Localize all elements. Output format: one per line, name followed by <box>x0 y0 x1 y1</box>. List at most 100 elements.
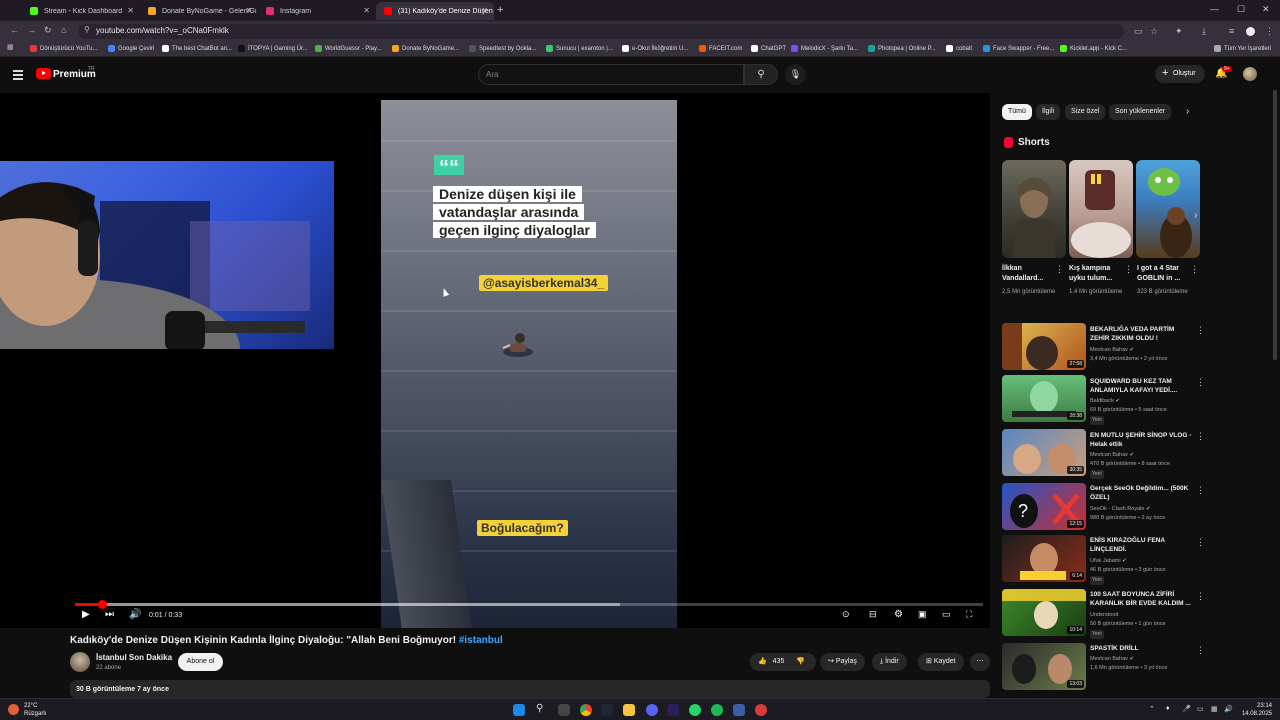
scrubber-handle[interactable] <box>98 600 108 609</box>
tray-app-icon[interactable]: ♦ <box>1166 705 1170 712</box>
back-icon[interactable]: ← <box>10 25 19 35</box>
whatsapp-icon[interactable] <box>689 704 701 716</box>
opera-gx-icon[interactable] <box>755 704 767 716</box>
rec-thumbnail[interactable]: 13:03 <box>1002 643 1086 690</box>
rec-channel[interactable]: Mevtcan Bahav ✔ <box>1090 346 1200 355</box>
url-text[interactable]: youtube.com/watch?v=_oCNa0Fmklk <box>96 26 229 35</box>
more-actions-button[interactable]: ⋯ <box>970 653 990 671</box>
short-thumbnail[interactable] <box>1069 160 1133 258</box>
autoplay-toggle-icon[interactable]: ⊙ <box>842 609 850 620</box>
rec-more-icon[interactable]: ⋮ <box>1196 591 1205 602</box>
rec-more-icon[interactable]: ⋮ <box>1196 537 1205 548</box>
bookmark-star-icon[interactable]: ☆ <box>1150 26 1158 37</box>
tray-overflow-icon[interactable]: ⌃ <box>1149 705 1155 713</box>
share-button[interactable]: ↪ Paylaş <box>820 653 865 671</box>
close-tab-icon[interactable]: ✕ <box>245 6 252 15</box>
tab-youtube-active[interactable]: (31) Kadıköy'de Denize Düşen ✕ <box>376 2 494 20</box>
short-title[interactable]: I got a 4 Star GOBLIN in ... <box>1137 264 1189 284</box>
app-icon[interactable] <box>733 704 745 716</box>
network-icon[interactable]: ▦ <box>1211 705 1218 713</box>
close-window-icon[interactable]: ✕ <box>1262 4 1270 15</box>
chips-next-chevron-icon[interactable]: › <box>1186 106 1189 117</box>
tab-donate-bynogame[interactable]: Donate ByNoGame - Gelen/Gi ✕ <box>140 2 258 20</box>
forward-icon[interactable]: → <box>27 25 36 35</box>
bookmark-item[interactable]: ChatGPT <box>751 45 786 52</box>
start-icon[interactable] <box>513 704 525 716</box>
rec-channel[interactable]: Understood <box>1090 611 1200 620</box>
hamburger-menu-icon[interactable] <box>13 70 23 82</box>
dislike-icon[interactable]: 👎 <box>796 658 805 665</box>
home-icon[interactable]: ⌂ <box>61 25 66 35</box>
chip-all[interactable]: Tümü <box>1002 104 1032 120</box>
rec-channel[interactable]: Mevtcan Bahav ✔ <box>1090 451 1200 460</box>
close-tab-icon[interactable]: ✕ <box>363 6 370 15</box>
short-title[interactable]: İlkkan Vandallard... <box>1002 264 1054 284</box>
rec-thumbnail[interactable]: 28:38 <box>1002 375 1086 422</box>
rec-more-icon[interactable]: ⋮ <box>1196 325 1205 336</box>
system-clock[interactable]: 23:14 14.08.2025 <box>1236 702 1272 718</box>
weather-icon[interactable] <box>8 704 19 715</box>
task-view-icon[interactable] <box>558 704 570 716</box>
tray-mic-icon[interactable]: 🎤 <box>1182 705 1191 713</box>
chrome-icon[interactable] <box>580 704 592 716</box>
bookmark-item[interactable]: cobalt <box>946 45 972 52</box>
rec-title[interactable]: ENİS KIRAZOĞLU FENA LİNÇLENDİ. <box>1090 536 1194 554</box>
extensions-icon[interactable]: ✦ <box>1175 26 1183 37</box>
media-icon[interactable]: ≡ <box>1229 26 1234 36</box>
rec-channel[interactable]: Baldiback ✔ <box>1090 397 1200 406</box>
progress-bar[interactable] <box>75 600 983 609</box>
bookmark-item[interactable]: Dönüştürücü YouTu... <box>30 45 97 52</box>
rec-thumbnail[interactable]: 27:58 <box>1002 323 1086 370</box>
bookmark-item[interactable]: Speedtest by Ookla... <box>469 45 536 52</box>
channel-avatar[interactable] <box>70 652 90 672</box>
rec-channel[interactable]: Ufuk Jabami ✔ <box>1090 557 1200 566</box>
rec-more-icon[interactable]: ⋮ <box>1196 431 1205 442</box>
tab-kick-dashboard[interactable]: Stream - Kick Dashboard ✕ <box>22 2 140 20</box>
voice-search-button[interactable]: 🎙 <box>785 64 806 85</box>
download-icon[interactable]: ⤓ <box>1202 26 1206 37</box>
rec-thumbnail[interactable]: 30:35 <box>1002 429 1086 476</box>
download-button[interactable]: ⤓ İndir <box>872 653 907 671</box>
weather-widget[interactable]: 22°C Rüzgarlı <box>24 702 46 718</box>
youtube-logo-icon[interactable] <box>36 68 51 79</box>
bookmark-item[interactable]: İTOPYA | Gaming Ür... <box>238 45 308 52</box>
volume-icon[interactable]: 🔊 <box>129 609 141 620</box>
bookmark-item[interactable]: Photopea | Online P... <box>868 45 936 52</box>
tray-display-icon[interactable]: ▭ <box>1197 705 1204 713</box>
file-explorer-icon[interactable] <box>623 704 635 716</box>
bookmark-item[interactable]: Google Çeviri <box>108 45 154 52</box>
site-info-icon[interactable]: ⚲ <box>84 25 90 34</box>
bookmark-item[interactable]: The best ChatBot an... <box>162 45 232 52</box>
new-tab-button[interactable]: + <box>497 4 503 16</box>
like-icon[interactable]: 👍 <box>758 658 767 665</box>
create-button[interactable]: Oluştur <box>1155 64 1205 83</box>
rec-title[interactable]: SPASTİK DRİLL <box>1090 644 1194 653</box>
reload-icon[interactable]: ↻ <box>44 25 52 36</box>
short-title[interactable]: Kış kampına uyku tulum... <box>1069 264 1121 284</box>
close-tab-icon[interactable]: ✕ <box>481 6 488 15</box>
short-more-icon[interactable]: ⋮ <box>1124 264 1133 275</box>
chip-for-you[interactable]: Size özel <box>1065 104 1106 120</box>
maximize-icon[interactable]: ☐ <box>1237 4 1245 15</box>
rec-thumbnail[interactable]: 10:14 <box>1002 589 1086 636</box>
rec-channel[interactable]: SeeOk - Clash Royale ✔ <box>1090 505 1200 514</box>
apps-icon[interactable]: ▦ <box>7 43 14 51</box>
search-input[interactable] <box>478 64 744 85</box>
video-frame[interactable]: ““ Denize düşen kişi ile vatandaşlar ara… <box>381 100 677 628</box>
shorts-next-chevron-icon[interactable]: › <box>1194 210 1197 221</box>
profile-icon[interactable] <box>1246 27 1255 36</box>
bookmark-item[interactable]: Donate ByNoGame... <box>392 45 459 52</box>
rec-more-icon[interactable]: ⋮ <box>1196 645 1205 656</box>
account-avatar[interactable] <box>1243 67 1257 81</box>
channel-name[interactable]: İstanbul Son Dakika <box>96 653 172 662</box>
rec-title[interactable]: Gerçek SeeOk Değildim... (500K ÖZEL) <box>1090 484 1194 502</box>
fullscreen-icon[interactable]: ⛶ <box>966 609 972 620</box>
short-thumbnail[interactable] <box>1002 160 1066 258</box>
steam-icon[interactable] <box>601 704 613 716</box>
rec-more-icon[interactable]: ⋮ <box>1196 485 1205 496</box>
short-thumbnail[interactable] <box>1136 160 1200 258</box>
omnibox[interactable] <box>78 24 1124 39</box>
rec-more-icon[interactable]: ⋮ <box>1196 377 1205 388</box>
settings-gear-icon[interactable]: ⚙ <box>894 609 903 620</box>
rec-title[interactable]: EN MUTLU ŞEHİR SİNOP VLOG - Helak ettik <box>1090 431 1194 449</box>
